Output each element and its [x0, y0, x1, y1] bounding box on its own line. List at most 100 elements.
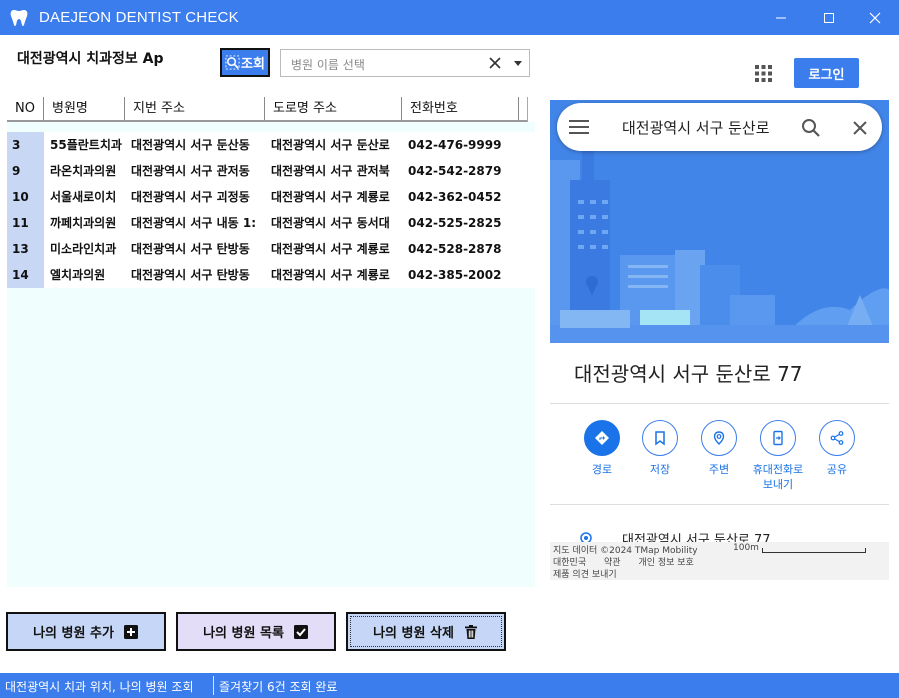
add-my-hospital-label: 나의 병원 추가: [33, 626, 114, 641]
map-feedback-link[interactable]: 제품 의견 보내기: [553, 567, 617, 580]
maximize-button[interactable]: [806, 0, 852, 35]
region-label: 대전광역시 치과정보 Ap: [17, 51, 164, 67]
search-button-label: 조회: [241, 57, 265, 72]
table-scrollbar[interactable]: [527, 97, 535, 122]
checkbox-checked-icon: [293, 624, 308, 639]
title-bar: DAEJEON DENTIST CHECK: [0, 0, 899, 35]
cell-no[interactable]: 10: [7, 184, 44, 210]
action-save[interactable]: 저장: [630, 420, 690, 477]
table-row[interactable]: 3 55플란트치과 대전광역시 서구 둔산동 대전광역시 서구 둔산로 042-476-…: [7, 132, 535, 158]
cell-road-address[interactable]: 대전광역시 서구 계룡로: [265, 184, 402, 210]
action-send-to-phone[interactable]: 휴대전화로보내기: [748, 420, 808, 492]
cell-road-address[interactable]: 대전광역시 서구 계룡로: [265, 262, 402, 288]
map-search-bar[interactable]: 대전광역시 서구 둔산로: [557, 103, 882, 151]
minimize-icon: [776, 17, 786, 18]
cell-road-address[interactable]: 대전광역시 서구 계룡로: [265, 236, 402, 262]
action-directions[interactable]: 경로: [572, 420, 632, 477]
cell-phone[interactable]: 042-476-9999: [402, 132, 519, 158]
table-body: 3 55플란트치과 대전광역시 서구 둔산동 대전광역시 서구 둔산로 042-476-…: [7, 132, 535, 288]
cell-lot-address[interactable]: 대전광역시 서구 탄방동: [125, 236, 265, 262]
cell-lot-address[interactable]: 대전광역시 서구 관저동: [125, 158, 265, 184]
login-button[interactable]: 로그인: [794, 58, 859, 88]
cell-lot-address[interactable]: 대전광역시 서구 내동 1:: [125, 210, 265, 236]
cell-lot-address[interactable]: 대전광역시 서구 탄방동: [125, 262, 265, 288]
cell-no[interactable]: 11: [7, 210, 44, 236]
cell-phone[interactable]: 042-362-0452: [402, 184, 519, 210]
cell-no[interactable]: 9: [7, 158, 44, 184]
divider: [550, 403, 889, 404]
hospital-select[interactable]: 병원 이름 선택: [280, 49, 530, 77]
cell-phone[interactable]: 042-542-2879: [402, 158, 519, 184]
cell-no[interactable]: 14: [7, 262, 44, 288]
nearby-icon: [713, 431, 725, 445]
column-header-no[interactable]: NO: [7, 97, 44, 120]
cell-phone[interactable]: 042-528-2878: [402, 236, 519, 262]
search-button[interactable]: 조회: [220, 48, 270, 77]
map-close-icon[interactable]: [853, 121, 867, 135]
cell-name[interactable]: 라온치과의원: [44, 158, 125, 184]
my-hospital-list-button[interactable]: 나의 병원 목록: [176, 612, 336, 651]
action-label-line2: 보내기: [762, 478, 794, 491]
minimize-button[interactable]: [758, 0, 804, 35]
apps-grid-icon[interactable]: [755, 65, 772, 82]
cell-lot-address[interactable]: 대전광역시 서구 둔산동: [125, 132, 265, 158]
action-label-line1: 휴대전화로: [752, 463, 804, 476]
action-nearby[interactable]: 주변: [689, 420, 749, 477]
add-box-icon: [123, 624, 138, 639]
share-icon: [830, 431, 844, 445]
cell-phone[interactable]: 042-385-2002: [402, 262, 519, 288]
status-left: 대전광역시 치과 위치, 나의 병원 조회: [5, 680, 194, 694]
cell-phone[interactable]: 042-525-2825: [402, 210, 519, 236]
table-row[interactable]: 9 라온치과의원 대전광역시 서구 관저동 대전광역시 서구 관저북 042-542-2…: [7, 158, 535, 184]
tooth-icon: [10, 10, 28, 27]
menu-icon[interactable]: [569, 119, 589, 135]
map-search-icon[interactable]: [801, 118, 821, 138]
search-icon: [225, 55, 240, 70]
cell-name[interactable]: 서울새로이치: [44, 184, 125, 210]
hospital-select-placeholder: 병원 이름 선택: [291, 58, 365, 72]
column-header-lot-address[interactable]: 지번 주소: [125, 97, 265, 120]
column-header-road-address[interactable]: 도로명 주소: [265, 97, 402, 120]
cell-name[interactable]: 까페치과의원: [44, 210, 125, 236]
table-row[interactable]: 10 서울새로이치 대전광역시 서구 괴정동 대전광역시 서구 계룡로 042-362-…: [7, 184, 535, 210]
table-row[interactable]: 14 엘치과의원 대전광역시 서구 탄방동 대전광역시 서구 계룡로 042-385-2…: [7, 262, 535, 288]
action-label: 공유: [826, 463, 848, 476]
cell-no[interactable]: 3: [7, 132, 44, 158]
map-link-privacy[interactable]: 개인 정보 보호: [638, 558, 693, 568]
window-title: DAEJEON DENTIST CHECK: [39, 9, 239, 26]
action-label: 저장: [649, 463, 671, 476]
status-separator: [213, 676, 214, 695]
delete-my-hospital-button[interactable]: 나의 병원 삭제: [346, 612, 506, 651]
map-hero-image: 대전광역시 서구 둔산로: [550, 100, 889, 343]
table-spacer: [7, 122, 535, 130]
map-search-query[interactable]: 대전광역시 서구 둔산로: [622, 117, 782, 138]
close-button[interactable]: [852, 0, 898, 35]
column-header-phone[interactable]: 전화번호: [402, 97, 519, 120]
action-label: 주변: [708, 463, 730, 476]
maximize-icon: [824, 12, 834, 23]
table-row[interactable]: 13 미소라인치과 대전광역시 서구 탄방동 대전광역시 서구 계룡로 042-528-…: [7, 236, 535, 262]
action-share[interactable]: 공유: [807, 420, 867, 477]
column-header-name[interactable]: 병원명: [44, 97, 125, 120]
cell-name[interactable]: 55플란트치과: [44, 132, 125, 158]
cell-name[interactable]: 미소라인치과: [44, 236, 125, 262]
chevron-down-icon[interactable]: [514, 61, 522, 66]
cell-lot-address[interactable]: 대전광역시 서구 괴정동: [125, 184, 265, 210]
cell-road-address[interactable]: 대전광역시 서구 둔산로: [265, 132, 402, 158]
status-bar: 대전광역시 치과 위치, 나의 병원 조회 즐겨찾기 6건 조회 완료: [0, 673, 899, 698]
cell-name[interactable]: 엘치과의원: [44, 262, 125, 288]
cell-road-address[interactable]: 대전광역시 서구 관저북: [265, 158, 402, 184]
cell-no[interactable]: 13: [7, 236, 44, 262]
cell-road-address[interactable]: 대전광역시 서구 동서대: [265, 210, 402, 236]
add-my-hospital-button[interactable]: 나의 병원 추가: [6, 612, 166, 651]
close-icon: [869, 12, 881, 23]
map-footer: 지도 데이터 ©2024 TMap Mobility 100m 대한민국 약관 …: [550, 542, 889, 580]
table-row[interactable]: 11 까페치과의원 대전광역시 서구 내동 1: 대전광역시 서구 동서대 042-52…: [7, 210, 535, 236]
delete-my-hospital-label: 나의 병원 삭제: [373, 626, 454, 641]
trash-icon: [464, 624, 477, 639]
my-hospital-list-label: 나의 병원 목록: [203, 626, 284, 641]
hospital-table: NO 병원명 지번 주소 도로명 주소 전화번호 3 55플란트치과 대전광역시 서…: [7, 97, 535, 587]
place-title: 대전광역시 서구 둔산로 77: [574, 362, 803, 386]
clear-icon[interactable]: [488, 56, 502, 70]
action-label: 경로: [591, 463, 613, 476]
